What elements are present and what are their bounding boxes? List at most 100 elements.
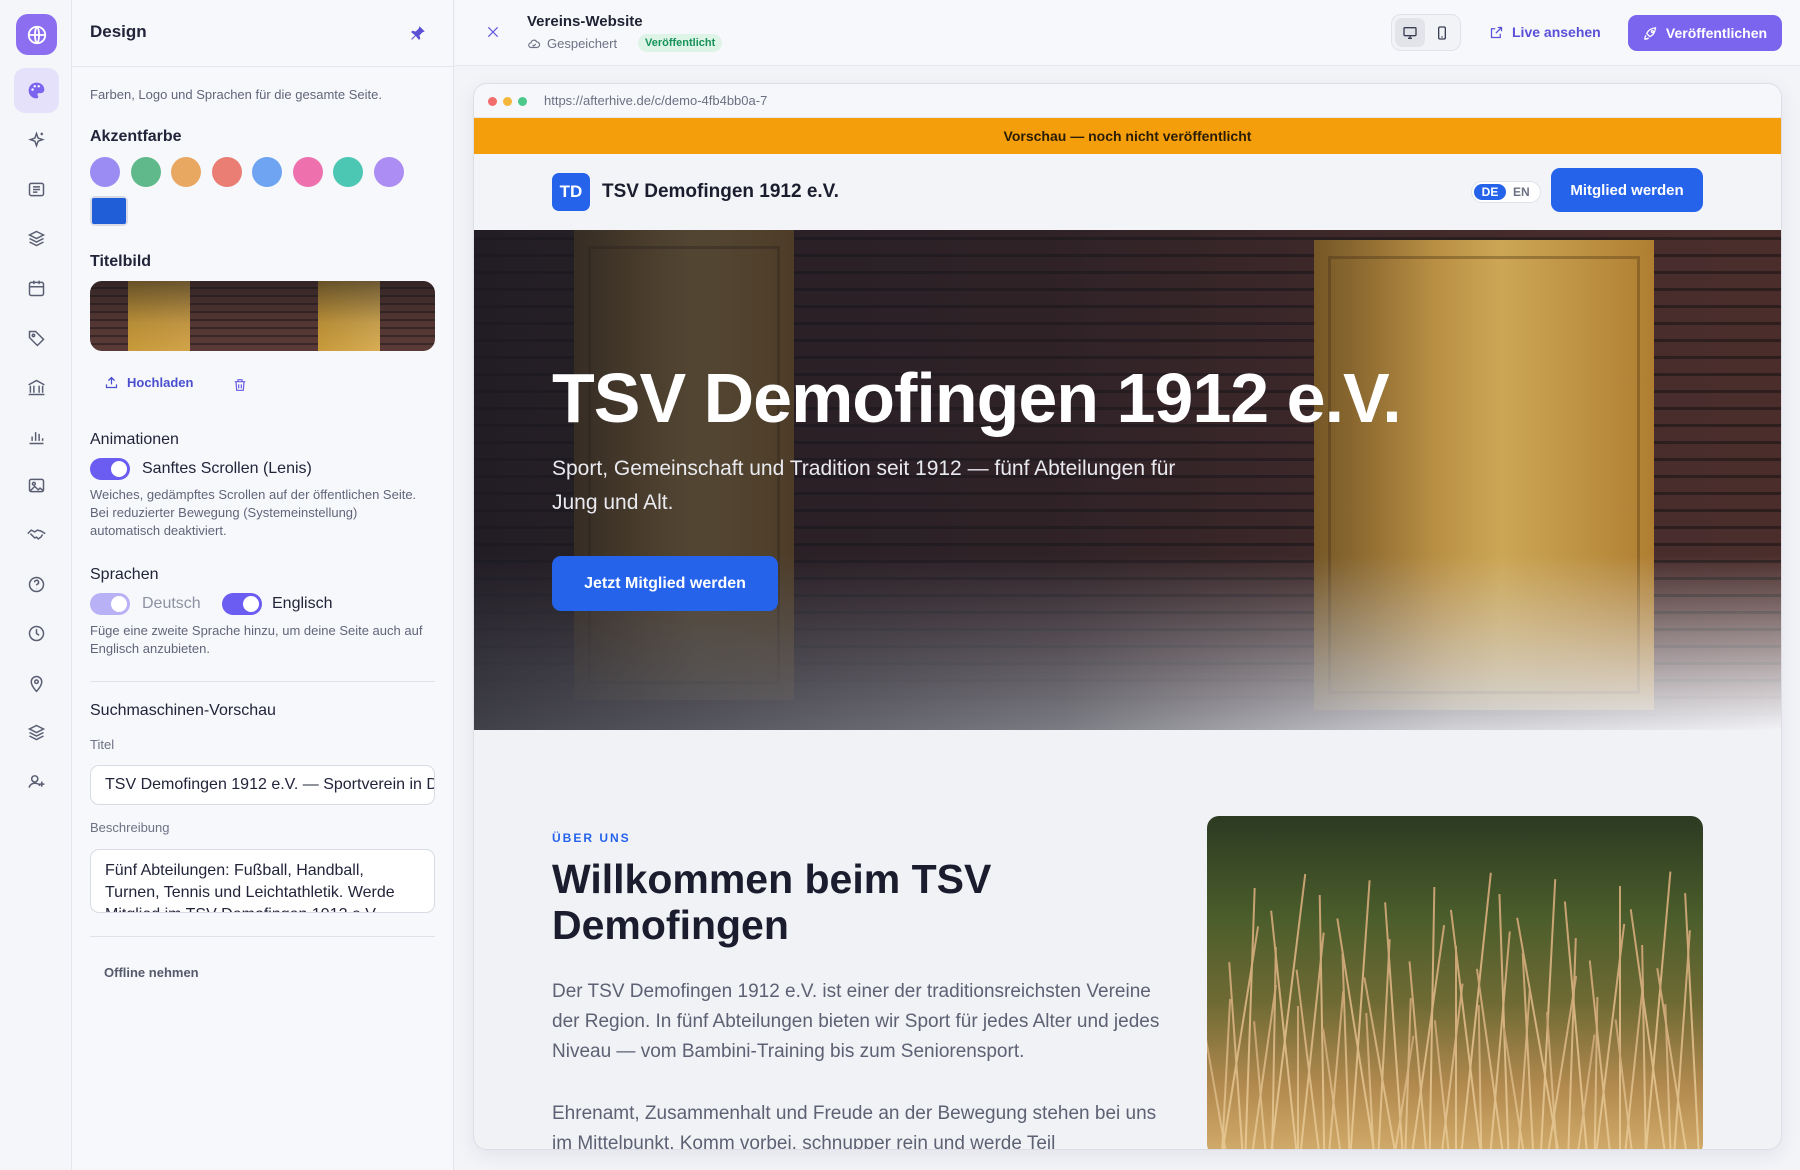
grass-stalk [1297, 1006, 1299, 1149]
hero-subtitle: Sport, Gemeinschaft und Tradition seit 1… [552, 457, 1176, 514]
cover-image-thumbnail[interactable] [90, 281, 435, 351]
nav-pages[interactable] [14, 167, 59, 212]
nav-stats[interactable] [14, 414, 59, 459]
about-paragraph: Ehrenamt, Zusammenhalt und Freude an der… [552, 1103, 1157, 1150]
palette-icon [28, 82, 45, 99]
language-switch[interactable]: DE EN [1471, 181, 1541, 203]
handshake-icon [27, 529, 46, 540]
smooth-scroll-label: Sanftes Scrollen (Lenis) [142, 460, 312, 477]
tag-icon [28, 330, 45, 347]
nav-tags[interactable] [14, 316, 59, 361]
layout-icon [28, 182, 45, 197]
german-toggle [90, 593, 130, 615]
close-icon[interactable] [485, 24, 501, 40]
saved-label: Gespeichert [547, 36, 618, 51]
add-user-icon [28, 775, 45, 788]
seo-label: Suchmaschinen-Vorschau [90, 702, 276, 719]
smooth-scroll-toggle[interactable] [90, 458, 130, 480]
join-button[interactable]: Mitglied werden [1551, 168, 1703, 212]
upload-button[interactable]: Hochladen [104, 375, 193, 390]
offline-button[interactable]: Offline nehmen [104, 965, 199, 980]
chart-icon [29, 432, 44, 445]
about-eyebrow: ÜBER UNS [552, 831, 631, 845]
sparkle-icon [28, 131, 45, 149]
accent-swatch[interactable] [333, 157, 363, 187]
about-title: Willkommen beim TSV Demofingen [552, 856, 992, 948]
hero-title: TSV Demofingen 1912 e.V. [552, 359, 1402, 437]
lang-de[interactable]: DE [1474, 184, 1506, 200]
lang-en[interactable]: EN [1513, 185, 1530, 199]
image-icon [28, 478, 45, 493]
nav-sponsors[interactable] [14, 512, 59, 557]
upload-label: Hochladen [127, 375, 194, 390]
nav-club[interactable] [14, 365, 59, 410]
stack-icon [27, 724, 46, 741]
document-title: Vereins-Website [527, 13, 643, 30]
globe-icon[interactable] [16, 14, 57, 55]
publish-label: Veröffentlichen [1665, 25, 1768, 41]
external-link-icon [1490, 26, 1503, 38]
nav-faq[interactable] [14, 562, 59, 607]
grass-stalk [1623, 982, 1645, 1149]
live-view-label: Live ansehen [1512, 24, 1601, 40]
layers-icon [27, 230, 46, 247]
seo-description-label: Beschreibung [90, 820, 170, 835]
design-panel: Design Farben, Logo und Sprachen für die… [72, 0, 454, 1170]
live-view-button[interactable]: Live ansehen [1489, 24, 1601, 40]
seo-description-textarea[interactable]: Fünf Abteilungen: Fußball, Handball, Tur… [90, 849, 435, 913]
status-badge: Veröffentlicht [638, 34, 723, 52]
accent-swatch[interactable] [130, 157, 161, 187]
mobile-view-button[interactable] [1427, 18, 1457, 47]
accent-swatch[interactable] [171, 157, 201, 187]
publish-button[interactable]: Veröffentlichen [1628, 15, 1782, 51]
accent-swatch[interactable] [292, 157, 323, 187]
nav-members[interactable] [14, 759, 59, 804]
divider [90, 681, 435, 682]
window-dot-red [488, 97, 497, 106]
nav-history[interactable] [14, 611, 59, 656]
location-icon [30, 675, 43, 693]
panel-title: Design [90, 22, 147, 41]
pin-icon[interactable] [409, 24, 427, 42]
help-icon [28, 576, 45, 593]
grass-stalk [1641, 944, 1647, 1149]
seo-title-input[interactable]: TSV Demofingen 1912 e.V. — Sportverein i… [90, 765, 435, 805]
nav-departments[interactable] [14, 710, 59, 755]
cloud-icon [528, 39, 541, 48]
grass-stalk [1684, 893, 1700, 1149]
nav-locations[interactable] [14, 661, 59, 706]
nav-design[interactable] [14, 68, 59, 113]
site-name[interactable]: TSV Demofingen 1912 e.V. [602, 181, 839, 203]
languages-help: Füge eine zweite Sprache hinzu, um deine… [90, 623, 423, 656]
accent-swatch[interactable] [90, 157, 120, 187]
mobile-icon [1438, 25, 1446, 40]
window-dot-green [518, 97, 527, 106]
nav-gallery[interactable] [14, 463, 59, 508]
accent-swatch[interactable] [373, 157, 404, 187]
cover-image-label: Titelbild [90, 253, 152, 270]
panel-header: Design [72, 0, 453, 67]
accent-swatch[interactable] [211, 157, 242, 187]
desktop-view-button[interactable] [1395, 18, 1425, 47]
clock-icon [28, 625, 45, 642]
panel-intro: Farben, Logo und Sprachen für die gesamt… [90, 87, 382, 102]
trash-icon[interactable] [232, 377, 248, 393]
about-photo [1207, 816, 1703, 1149]
hero-section: TSV Demofingen 1912 e.V. Sport, Gemeinsc… [474, 230, 1781, 730]
device-switcher [1391, 14, 1461, 51]
nav-sections[interactable] [14, 216, 59, 261]
divider [90, 936, 435, 937]
grass-stalk [1433, 1020, 1451, 1149]
about-paragraph: Der TSV Demofingen 1912 e.V. ist einer d… [552, 981, 1160, 1062]
hero-cta-button[interactable]: Jetzt Mitglied werden [552, 556, 778, 611]
icon-rail [0, 0, 72, 1170]
nav-ai[interactable] [14, 118, 59, 163]
preview-url: https://afterhive.de/c/demo-4fb4bb0a-7 [544, 93, 768, 108]
custom-color-picker[interactable] [90, 196, 128, 226]
nav-events[interactable] [14, 266, 59, 311]
accent-swatch[interactable] [252, 157, 282, 187]
upload-icon [105, 376, 118, 389]
english-toggle[interactable] [222, 593, 262, 615]
site-logo[interactable]: TD [552, 173, 590, 211]
grass-stalk [1619, 886, 1621, 1149]
